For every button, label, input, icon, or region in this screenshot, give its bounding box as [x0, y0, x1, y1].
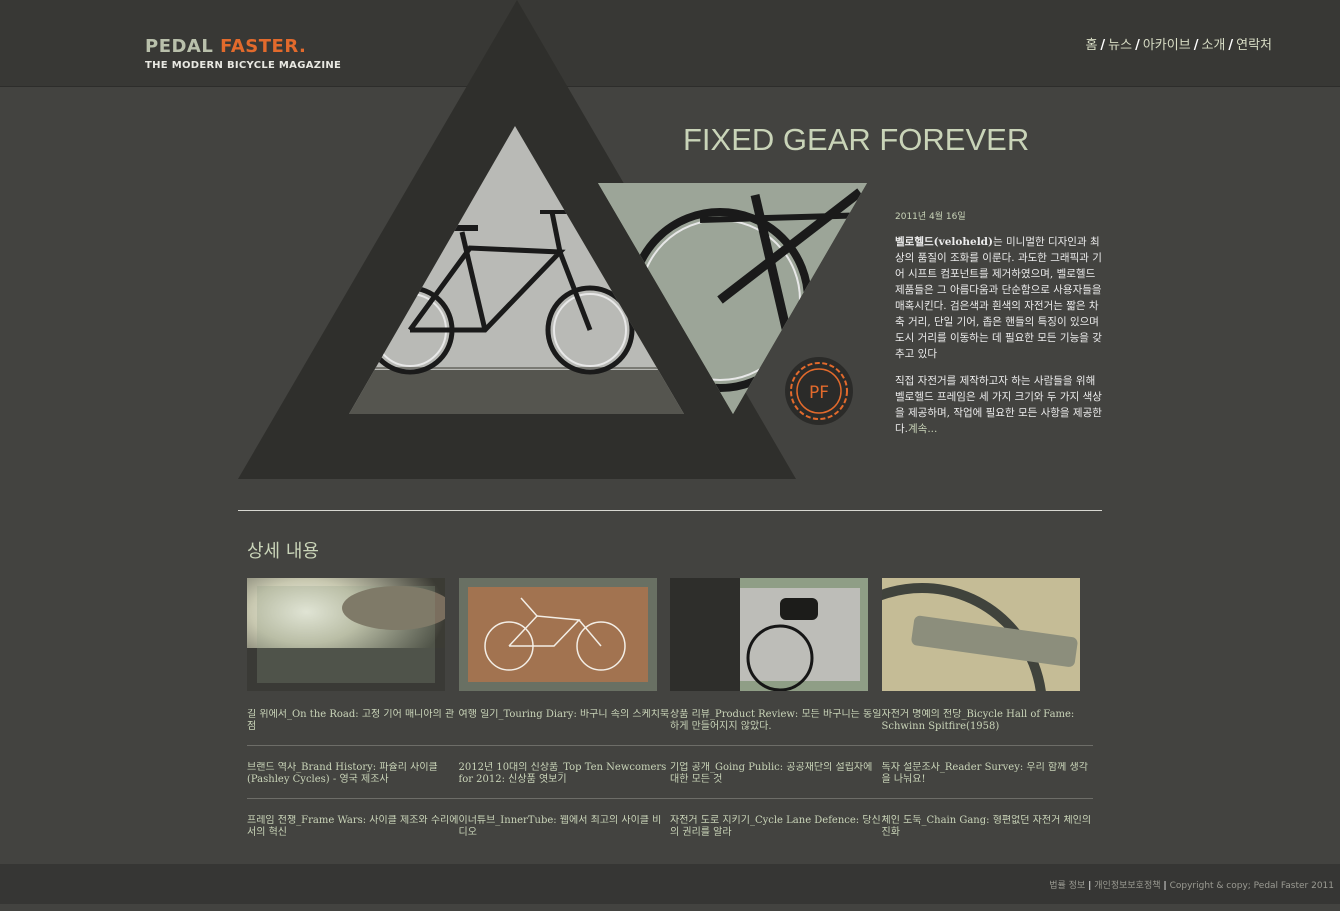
link-row: 길 위에서_On the Road: 고정 기어 매니아의 관점 여행 일기_T… [247, 706, 1093, 746]
site-footer: 법률 정보 | 개인정보보호정책 | Copyright & copy; Pedal F… [0, 864, 1340, 904]
pf-badge[interactable]: PF [785, 357, 853, 425]
link-chain-gang[interactable]: 체인 도둑_Chain Gang: 형편없던 자전거 체인의 진화 [882, 815, 1094, 851]
article-body: 벨로헬드(veloheld)는 미니멀한 디자인과 최상의 품질이 조화를 이룬… [895, 234, 1105, 448]
article-title: FIXED GEAR FOREVER [683, 122, 1030, 157]
link-hall-of-fame[interactable]: 자전거 명예의 전당_Bicycle Hall of Fame: Schwinn… [882, 709, 1094, 745]
link-row: 브랜드 역사_Brand History: 파슐리 사이클(Pashley Cy… [247, 759, 1093, 799]
article-paragraph-2: 직접 자전거를 제작하고자 하는 사람들을 위해 벨로헬드 프레임은 세 가지 … [895, 373, 1105, 437]
hero-graphic: PF [238, 0, 867, 479]
footer-copyright: Copyright & copy; Pedal Faster 2011 [1169, 881, 1334, 891]
thumbnail-hall-of-fame[interactable] [882, 578, 1080, 691]
footer-legal-link[interactable]: 법률 정보 [1049, 881, 1085, 891]
footer-privacy-link[interactable]: 개인정보보호정책 [1094, 881, 1160, 891]
link-product-review[interactable]: 상품 리뷰_Product Review: 모든 바구니는 동일하게 만들어지지… [670, 709, 882, 745]
article-paragraph-1: 벨로헬드(veloheld)는 미니멀한 디자인과 최상의 품질이 조화를 이룬… [895, 234, 1105, 362]
section-divider [238, 510, 1102, 511]
read-more-link[interactable]: 계속... [908, 423, 937, 435]
thumbnail-product-review[interactable] [670, 578, 868, 691]
link-top-ten[interactable]: 2012년 10대의 신상품_Top Ten Newcomers for 201… [459, 762, 671, 798]
brand-name: 벨로헬드(veloheld) [895, 236, 993, 248]
link-on-the-road[interactable]: 길 위에서_On the Road: 고정 기어 매니아의 관점 [247, 709, 459, 745]
section-title: 상세 내용 [247, 541, 319, 562]
footer-separator: | [1163, 881, 1167, 891]
article-links: 길 위에서_On the Road: 고정 기어 매니아의 관점 여행 일기_T… [247, 706, 1093, 864]
footer-links: 법률 정보 | 개인정보보호정책 | Copyright & copy; Pedal F… [1049, 878, 1334, 891]
thumbnail-on-the-road[interactable] [247, 578, 445, 691]
footer-separator: | [1088, 881, 1092, 891]
article-date: 2011년 4월 16일 [895, 212, 966, 222]
link-frame-wars[interactable]: 프레임 전쟁_Frame Wars: 사이클 제조와 수리에서의 혁신 [247, 815, 459, 851]
link-cycle-lane[interactable]: 자전거 도로 지키기_Cycle Lane Defence: 당신의 권리를 알… [670, 815, 882, 851]
link-row: 프레임 전쟁_Frame Wars: 사이클 제조와 수리에서의 혁신 이너튜브… [247, 812, 1093, 851]
link-touring-diary[interactable]: 여행 일기_Touring Diary: 바구니 속의 스케치북 [459, 709, 671, 745]
link-going-public[interactable]: 기업 공개_Going Public: 공공재단의 설립자에 대한 모든 것 [670, 762, 882, 798]
link-innertube[interactable]: 이너튜브_InnerTube: 웹에서 최고의 사이클 비디오 [459, 815, 671, 851]
link-reader-survey[interactable]: 독자 설문조사_Reader Survey: 우리 함께 생각을 나눠요! [882, 762, 1094, 798]
thumbnail-touring-diary[interactable] [459, 578, 657, 691]
paragraph-1-text: 는 미니멀한 디자인과 최상의 품질이 조화를 이룬다. 과도한 그래픽과 기어… [895, 236, 1102, 360]
link-brand-history[interactable]: 브랜드 역사_Brand History: 파슐리 사이클(Pashley Cy… [247, 762, 459, 798]
pf-badge-text: PF [809, 383, 829, 403]
